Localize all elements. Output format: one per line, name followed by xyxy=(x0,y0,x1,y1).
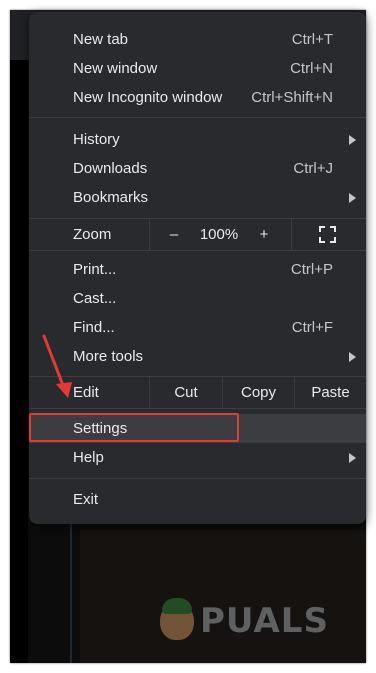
zoom-level: 100% xyxy=(194,219,244,250)
submenu-arrow-icon xyxy=(349,134,356,145)
browser-left-edge xyxy=(10,60,28,663)
zoom-divider xyxy=(149,219,150,250)
menu-item-label: New window xyxy=(73,60,158,77)
menu-item-label: Downloads xyxy=(73,160,148,177)
submenu-arrow-icon xyxy=(349,351,356,362)
menu-item-shortcut: Ctrl+P xyxy=(290,261,333,278)
menu-item-label: Cast... xyxy=(73,290,117,307)
menu-item-new-window[interactable]: New window Ctrl+N xyxy=(29,54,366,83)
edit-row: Edit Cut Copy Paste xyxy=(29,377,366,408)
menu-item-shortcut: Ctrl+J xyxy=(293,160,333,177)
menu-item-print[interactable]: Print... Ctrl+P xyxy=(29,255,366,284)
cut-label: Cut xyxy=(174,384,198,401)
watermark-text: PUALS xyxy=(200,601,329,641)
watermark-logo: PUALS xyxy=(160,596,329,646)
menu-item-label: New Incognito window xyxy=(73,89,223,106)
menu-item-more-tools[interactable]: More tools xyxy=(29,342,366,371)
menu-item-new-tab[interactable]: New tab Ctrl+T xyxy=(29,25,366,54)
menu-item-new-incognito-window[interactable]: New Incognito window Ctrl+Shift+N xyxy=(29,83,366,112)
menu-item-label: Print... xyxy=(73,261,117,278)
menu-item-label: History xyxy=(73,131,120,148)
annotation-arrow-icon xyxy=(42,334,72,398)
menu-item-history[interactable]: History xyxy=(29,125,366,154)
zoom-out-button[interactable]: – xyxy=(154,219,194,250)
menu-separator xyxy=(29,117,366,118)
menu-item-shortcut: Ctrl+N xyxy=(290,60,333,77)
submenu-arrow-icon xyxy=(349,452,356,463)
menu-separator xyxy=(29,478,366,479)
menu-item-find[interactable]: Find... Ctrl+F xyxy=(29,313,366,342)
cut-button[interactable]: Cut xyxy=(150,377,222,408)
zoom-value: 100% xyxy=(199,226,239,243)
submenu-arrow-icon xyxy=(349,192,356,203)
menu-item-label: New tab xyxy=(73,31,129,48)
zoom-plus-label: + xyxy=(259,226,269,243)
browser-main-menu: New tab Ctrl+T New window Ctrl+N New Inc… xyxy=(29,12,366,524)
fullscreen-icon[interactable] xyxy=(319,226,336,243)
zoom-in-button[interactable]: + xyxy=(244,219,284,250)
menu-item-shortcut: Ctrl+Shift+N xyxy=(251,89,333,106)
menu-item-exit[interactable]: Exit xyxy=(29,485,366,514)
zoom-label: Zoom xyxy=(73,226,112,243)
menu-item-downloads[interactable]: Downloads Ctrl+J xyxy=(29,154,366,183)
menu-separator xyxy=(29,250,366,251)
menu-item-label: Bookmarks xyxy=(73,189,149,206)
menu-item-label: Exit xyxy=(73,491,99,508)
menu-item-label: Settings xyxy=(73,420,128,437)
copy-label: Copy xyxy=(240,384,277,401)
menu-item-help[interactable]: Help xyxy=(29,443,366,472)
menu-item-label: Help xyxy=(73,449,104,466)
zoom-minus-label: – xyxy=(169,226,179,243)
menu-item-label: More tools xyxy=(73,348,144,365)
menu-item-settings[interactable]: Settings xyxy=(29,414,366,443)
mascot-icon xyxy=(160,598,194,640)
paste-label: Paste xyxy=(311,384,350,401)
menu-item-shortcut: Ctrl+T xyxy=(291,31,333,48)
copy-button[interactable]: Copy xyxy=(223,377,294,408)
zoom-row: Zoom – 100% + xyxy=(29,219,366,250)
menu-separator xyxy=(29,408,366,409)
menu-item-label: Find... xyxy=(73,319,115,336)
paste-button[interactable]: Paste xyxy=(295,377,366,408)
menu-item-bookmarks[interactable]: Bookmarks xyxy=(29,183,366,212)
menu-item-shortcut: Ctrl+F xyxy=(291,319,333,336)
menu-item-cast[interactable]: Cast... xyxy=(29,284,366,313)
zoom-divider xyxy=(291,219,292,250)
